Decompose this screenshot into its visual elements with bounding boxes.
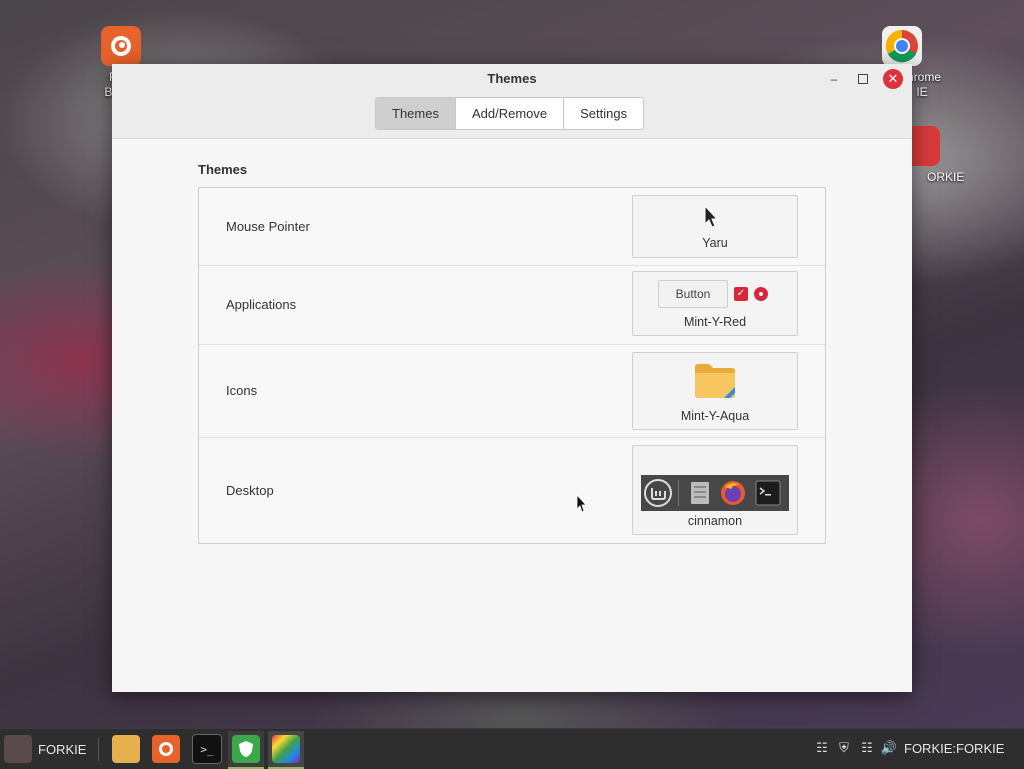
user-avatar-icon	[4, 735, 32, 763]
folder-icon	[112, 735, 140, 763]
user-label[interactable]: FORKIE:FORKIE	[904, 741, 1004, 756]
section-title: Themes	[198, 162, 248, 177]
shield-icon	[232, 735, 260, 763]
folder-icon	[695, 364, 735, 398]
desktop-panel-preview	[641, 475, 789, 511]
firefox-icon	[101, 26, 141, 66]
taskbar-files-launcher[interactable]	[112, 734, 140, 764]
taskbar-terminal-launcher[interactable]: >_	[192, 734, 222, 764]
maximize-button[interactable]	[854, 70, 872, 88]
maximize-icon	[858, 74, 868, 84]
window-title: Themes	[487, 71, 537, 86]
tab-bar: Themes Add/Remove Settings	[375, 97, 645, 130]
volume-icon[interactable]: 🔊	[881, 740, 897, 756]
mint-logo-icon	[644, 479, 672, 507]
theme-name: Mint-Y-Aqua	[680, 409, 750, 423]
taskbar: FORKIE >_ ☷ ⛨ ☷ 🔊 FORKIE:FORKIE	[0, 728, 1024, 769]
separator	[678, 480, 679, 506]
themes-window: Themes – ✕ Themes Add/Remove Settings Th…	[112, 64, 912, 692]
row-icons: Icons Mint-Y-Aqua	[199, 344, 825, 438]
taskbar-themes-window[interactable]	[268, 731, 304, 769]
mouse-pointer-theme-button[interactable]: Yaru	[632, 195, 798, 258]
clipboard-icon[interactable]: ☷	[814, 740, 830, 756]
row-applications: Applications Button ✓ Mint-Y-Red	[199, 265, 825, 345]
network-icon[interactable]: ☷	[859, 740, 875, 756]
close-icon: ✕	[887, 71, 899, 86]
chrome-icon	[882, 26, 922, 66]
taskbar-firefox-launcher[interactable]	[152, 734, 180, 764]
menu-label: FORKIE	[38, 741, 87, 757]
themes-app-icon	[272, 735, 300, 763]
mouse-cursor-icon	[576, 494, 587, 513]
tab-settings[interactable]: Settings	[563, 98, 643, 129]
cursor-preview-icon	[704, 205, 719, 228]
row-label: Desktop	[226, 483, 274, 498]
close-button[interactable]: ✕	[883, 69, 903, 89]
applications-theme-button[interactable]: Button ✓ Mint-Y-Red	[632, 271, 798, 336]
terminal-icon: >_	[192, 734, 222, 764]
theme-name: cinnamon	[687, 514, 743, 528]
menu-button[interactable]: FORKIE	[4, 734, 86, 764]
taskbar-shield-launcher[interactable]	[228, 731, 264, 769]
theme-name: Yaru	[702, 236, 728, 250]
check-icon: ✓	[734, 287, 748, 301]
desktop-theme-button[interactable]: cinnamon	[632, 445, 798, 535]
row-desktop: Desktop cinnamon	[199, 437, 825, 543]
shield-tray-icon[interactable]: ⛨	[836, 740, 852, 756]
row-label: Mouse Pointer	[226, 219, 310, 234]
theme-name: Mint-Y-Red	[683, 315, 747, 329]
radio-icon	[754, 287, 768, 301]
icons-theme-button[interactable]: Mint-Y-Aqua	[632, 352, 798, 430]
terminal-icon	[755, 480, 781, 506]
themes-list: Mouse Pointer Yaru Applications Button ✓…	[198, 187, 826, 544]
minimize-button[interactable]: –	[825, 70, 843, 88]
file-manager-icon	[691, 482, 709, 504]
row-label: Applications	[226, 297, 297, 312]
tab-add-remove[interactable]: Add/Remove	[454, 98, 563, 129]
preview-button: Button	[658, 280, 728, 308]
row-mouse-pointer: Mouse Pointer Yaru	[199, 188, 825, 266]
firefox-icon	[721, 481, 745, 505]
taskbar-separator	[98, 737, 99, 761]
firefox-icon	[152, 735, 180, 763]
minimize-icon: –	[830, 72, 838, 86]
row-label: Icons	[226, 383, 258, 398]
tab-themes[interactable]: Themes	[376, 98, 455, 129]
window-titlebar[interactable]: Themes – ✕ Themes Add/Remove Settings	[112, 64, 912, 139]
